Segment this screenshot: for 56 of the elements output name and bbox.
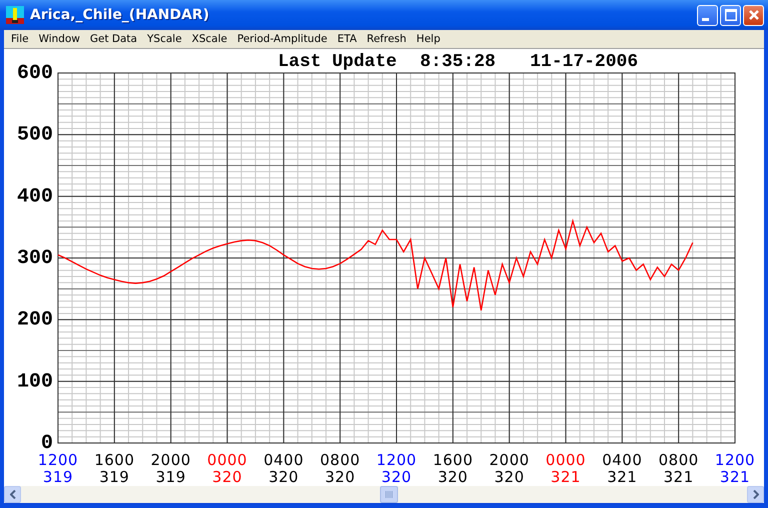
x-tick-day: 320 — [494, 468, 524, 486]
menu-item[interactable]: XScale — [186, 33, 232, 45]
x-tick-time: 0800 — [320, 451, 360, 469]
x-tick-day: 319 — [99, 468, 130, 486]
horizontal-scrollbar[interactable] — [4, 486, 764, 503]
x-tick-time: 0400 — [602, 451, 642, 469]
x-tick-day: 319 — [156, 468, 186, 486]
y-tick-label: 500 — [16, 124, 53, 147]
y-tick-label: 100 — [16, 370, 53, 394]
grip-icon — [385, 491, 393, 498]
update-time: 8:35:28 — [420, 52, 496, 72]
scroll-left-button[interactable] — [4, 486, 21, 503]
y-tick-label: 300 — [16, 247, 53, 270]
x-tick-time: 1600 — [432, 451, 473, 469]
menu-item[interactable]: Period-Amplitude — [232, 33, 332, 45]
x-tick-time: 0000 — [207, 451, 248, 469]
x-tick-day: 321 — [607, 468, 638, 486]
update-label: Last Update — [278, 52, 397, 72]
menu-item[interactable]: Refresh — [362, 33, 412, 45]
menu-item[interactable]: Get Data — [84, 33, 142, 45]
menu-item[interactable]: Window — [34, 33, 85, 45]
scroll-thumb[interactable] — [380, 486, 398, 503]
menu-item[interactable]: YScale — [142, 33, 187, 45]
update-date: 11-17-2006 — [530, 52, 638, 72]
maximize-button[interactable] — [720, 4, 741, 26]
y-tick-label: 600 — [16, 62, 53, 85]
x-tick-day: 320 — [325, 468, 356, 486]
close-button[interactable] — [743, 4, 764, 26]
x-tick-day: 321 — [550, 468, 581, 486]
x-tick-time: 0000 — [546, 451, 586, 469]
close-icon — [748, 10, 758, 20]
minimize-button[interactable] — [697, 4, 718, 26]
maximize-icon — [724, 9, 736, 21]
menu-item[interactable]: File — [6, 33, 34, 45]
x-tick-time: 2000 — [150, 451, 191, 469]
x-tick-day: 320 — [381, 468, 412, 486]
x-tick-time: 1200 — [376, 451, 417, 469]
x-tick-day: 319 — [42, 468, 74, 486]
x-tick-day: 320 — [212, 468, 242, 486]
window-title: Arica,_Chile_(HANDAR) — [30, 7, 210, 23]
y-tick-label: 400 — [16, 185, 53, 208]
menu-item[interactable]: Help — [411, 33, 446, 45]
x-tick-time: 0400 — [264, 451, 304, 469]
x-tick-time: 0800 — [658, 451, 699, 469]
menu-item[interactable]: ETA — [332, 33, 362, 45]
x-tick-day: 321 — [720, 468, 750, 486]
x-tick-day: 320 — [268, 468, 299, 486]
minimize-icon — [702, 18, 709, 20]
x-tick-day: 321 — [664, 468, 694, 486]
x-tick-time: 1200 — [714, 451, 756, 469]
x-tick-time: 1600 — [94, 451, 134, 469]
x-tick-day: 320 — [438, 468, 468, 486]
tide-gauge-icon — [6, 6, 24, 24]
x-tick-time: 2000 — [489, 451, 530, 469]
y-tick-label: 200 — [16, 308, 53, 332]
scroll-right-button[interactable] — [747, 486, 764, 503]
